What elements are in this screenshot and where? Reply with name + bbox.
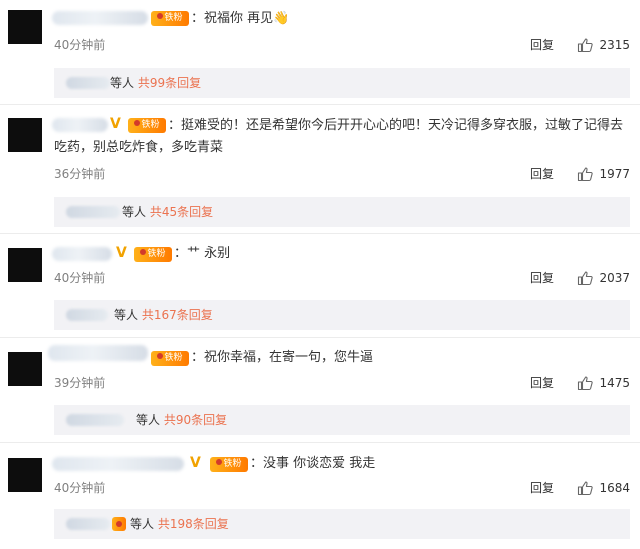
username-blurred[interactable] (52, 457, 184, 471)
divider (0, 442, 640, 443)
sub-replies-bar[interactable]: 等人 共99条回复 (54, 68, 630, 98)
avatar[interactable] (8, 118, 42, 152)
like-button[interactable]: 2315 (577, 36, 630, 54)
divider (0, 104, 640, 105)
comment-time: 36分钟前 (54, 167, 106, 181)
username-blurred[interactable] (48, 345, 148, 361)
avatar[interactable] (8, 10, 42, 44)
comment-text: ：挺难受的！还是希望你今后开开心心的吧！天冷记得多穿衣服，过敏了记得去吃药，别总… (54, 118, 624, 155)
verified-icon: V (116, 245, 127, 261)
sub-reply-user-blurred (66, 414, 124, 426)
sub-replies-summary[interactable]: 等人 共45条回复 (122, 204, 213, 220)
comment-time: 40分钟前 (54, 38, 106, 52)
fan-badge-label: 铁粉 (147, 249, 166, 259)
sub-replies-summary[interactable]: 等人 共167条回复 (114, 307, 213, 323)
sub-replies-bar[interactable]: 等人 共167条回复 (54, 300, 630, 330)
thumbs-up-icon (578, 38, 594, 53)
fan-medal-icon (140, 249, 147, 255)
fan-badge-label: 铁粉 (164, 13, 183, 23)
comment-text: ：没事 你谈恋爱 我走 (250, 456, 376, 471)
like-button[interactable]: 2037 (577, 269, 630, 287)
sub-reply-user-blurred (66, 518, 110, 530)
fan-badge: 铁粉 (151, 351, 189, 366)
divider (0, 233, 640, 234)
sub-reply-user-blurred (66, 206, 120, 218)
sub-reply-user-blurred (66, 309, 108, 321)
thumbs-up-icon (578, 481, 594, 496)
like-count: 1475 (599, 376, 630, 390)
fan-medal-icon (157, 13, 164, 19)
username-blurred[interactable] (52, 11, 148, 25)
fan-badge: 铁粉 (151, 11, 189, 26)
thumbs-up-icon (578, 271, 594, 286)
avatar[interactable] (8, 458, 42, 492)
fan-badge-label: 铁粉 (164, 353, 183, 363)
comment-time: 40分钟前 (54, 481, 106, 495)
sub-replies-bar[interactable]: 等人 共198条回复 (54, 509, 630, 539)
sub-replies-summary[interactable]: 等人 共198条回复 (130, 516, 229, 532)
like-button[interactable]: 1475 (577, 374, 630, 392)
like-button[interactable]: 1977 (577, 165, 630, 183)
fan-medal-icon (157, 353, 164, 359)
like-count: 2315 (599, 38, 630, 52)
thumbs-up-icon (578, 376, 594, 391)
verified-icon: V (190, 455, 201, 471)
avatar[interactable] (8, 248, 42, 282)
like-count: 2037 (599, 271, 630, 285)
sub-reply-user-blurred (66, 77, 110, 89)
fan-badge: 铁粉 (134, 247, 172, 262)
divider (0, 337, 640, 338)
fan-medal-icon (216, 459, 223, 465)
thumbs-up-icon (578, 167, 594, 182)
reply-button[interactable]: 回复 (530, 37, 554, 53)
reply-button[interactable]: 回复 (530, 270, 554, 286)
comment-time: 39分钟前 (54, 376, 106, 390)
sub-replies-bar[interactable]: 等人 共90条回复 (54, 405, 630, 435)
like-button[interactable]: 1684 (577, 479, 630, 497)
like-count: 1684 (599, 481, 630, 495)
sub-replies-bar[interactable]: 等人 共45条回复 (54, 197, 630, 227)
fan-badge-label: 铁粉 (223, 459, 242, 469)
fan-badge (112, 517, 126, 531)
like-count: 1977 (599, 167, 630, 181)
fan-medal-icon (116, 521, 122, 527)
comment-text: ：祝你幸福，在寄一句，您牛逼 (191, 350, 374, 365)
reply-button[interactable]: 回复 (530, 166, 554, 182)
sub-replies-summary[interactable]: 等人 共99条回复 (110, 75, 201, 91)
comment-text: ：艹 永别 (174, 246, 231, 261)
comment-text: ：祝福你 再见👋 (191, 11, 290, 26)
reply-button[interactable]: 回复 (530, 480, 554, 496)
reply-button[interactable]: 回复 (530, 375, 554, 391)
comment-time: 40分钟前 (54, 271, 106, 285)
avatar[interactable] (8, 352, 42, 386)
fan-badge: 铁粉 (210, 457, 248, 472)
sub-replies-summary[interactable]: 等人 共90条回复 (136, 412, 227, 428)
username-blurred[interactable] (52, 247, 112, 261)
